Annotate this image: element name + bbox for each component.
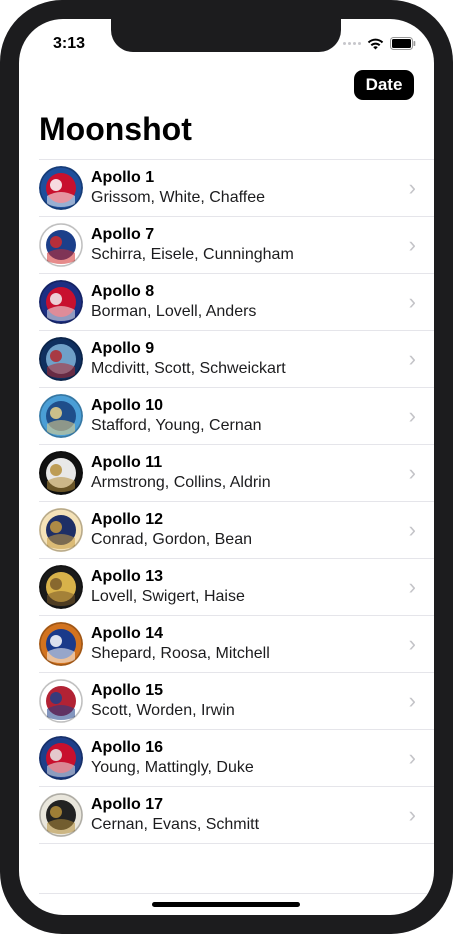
mission-title: Apollo 11 [91,454,163,471]
mission-title: Apollo 9 [91,340,155,357]
mission-row[interactable]: Apollo 15 Scott, Worden, Irwin › [39,673,434,730]
mission-title: Apollo 7 [91,226,155,243]
mission-text: Apollo 10 Stafford, Young, Cernan [91,396,262,436]
mission-badge-image [39,394,83,438]
chevron-right-icon: › [408,802,416,827]
chevron-right-icon: › [408,175,416,200]
mission-crew: Cernan, Evans, Schmitt [91,816,260,833]
mission-text: Apollo 9 Mcdivitt, Scott, Schweickart [91,339,286,379]
mission-text: Apollo 13 Lovell, Swigert, Haise [91,567,245,607]
mission-crew: Shepard, Roosa, Mitchell [91,645,270,662]
mission-badge-image [39,508,83,552]
mission-title: Apollo 14 [91,625,164,642]
mission-text: Apollo 17 Cernan, Evans, Schmitt [91,795,259,835]
mission-badge-image [39,622,83,666]
mission-crew: Borman, Lovell, Anders [91,303,257,320]
mission-crew: Stafford, Young, Cernan [91,417,262,434]
mission-list: Apollo 1 Grissom, White, Chaffee › Apoll… [39,159,434,844]
mission-text: Apollo 16 Young, Mattingly, Duke [91,738,254,778]
mission-row[interactable]: Apollo 12 Conrad, Gordon, Bean › [39,502,434,559]
mission-badge-image [39,793,83,837]
mission-title: Apollo 15 [91,682,164,699]
mission-crew: Armstrong, Collins, Aldrin [91,474,271,491]
chevron-right-icon: › [408,403,416,428]
mission-row[interactable]: Apollo 11 Armstrong, Collins, Aldrin › [39,445,434,502]
chevron-right-icon: › [408,517,416,542]
mission-text: Apollo 1 Grissom, White, Chaffee [91,168,265,208]
mission-row[interactable]: Apollo 7 Schirra, Eisele, Cunningham › [39,217,434,274]
mission-text: Apollo 7 Schirra, Eisele, Cunningham [91,225,294,265]
home-indicator[interactable] [152,902,300,907]
cellular-signal-icon [343,42,361,45]
mission-row[interactable]: Apollo 1 Grissom, White, Chaffee › [39,160,434,217]
chevron-right-icon: › [408,688,416,713]
mission-badge-image [39,337,83,381]
mission-crew: Young, Mattingly, Duke [91,759,254,776]
mission-row[interactable]: Apollo 14 Shepard, Roosa, Mitchell › [39,616,434,673]
chevron-right-icon: › [408,346,416,371]
mission-title: Apollo 16 [91,739,164,756]
mission-crew: Grissom, White, Chaffee [91,189,265,206]
page-title: Moonshot [39,111,192,147]
mission-badge-image [39,679,83,723]
mission-row[interactable]: Apollo 17 Cernan, Evans, Schmitt › [39,787,434,844]
mission-badge-image [39,736,83,780]
mission-crew: Schirra, Eisele, Cunningham [91,246,294,263]
mission-title: Apollo 13 [91,568,164,585]
mission-crew: Conrad, Gordon, Bean [91,531,252,548]
mission-badge-image [39,223,83,267]
chevron-right-icon: › [408,745,416,770]
mission-crew: Mcdivitt, Scott, Schweickart [91,360,286,377]
list-bottom-divider [39,893,434,894]
wifi-icon [367,38,384,50]
device-frame: 3:13 Date Moonshot Apollo 1 Grissom, Whi… [0,0,453,934]
mission-title: Apollo 12 [91,511,164,528]
mission-badge-image [39,280,83,324]
mission-crew: Scott, Worden, Irwin [91,702,235,719]
mission-text: Apollo 12 Conrad, Gordon, Bean [91,510,252,550]
mission-badge-image [39,166,83,210]
status-time: 3:13 [53,35,86,52]
mission-text: Apollo 15 Scott, Worden, Irwin [91,681,235,721]
mission-title: Apollo 1 [91,169,155,186]
sort-date-button[interactable]: Date [354,70,414,100]
mission-row[interactable]: Apollo 10 Stafford, Young, Cernan › [39,388,434,445]
mission-crew: Lovell, Swigert, Haise [91,588,245,605]
mission-text: Apollo 11 Armstrong, Collins, Aldrin [91,453,271,493]
mission-badge-image [39,451,83,495]
mission-badge-image [39,565,83,609]
mission-row[interactable]: Apollo 13 Lovell, Swigert, Haise › [39,559,434,616]
mission-row[interactable]: Apollo 9 Mcdivitt, Scott, Schweickart › [39,331,434,388]
mission-title: Apollo 17 [91,796,164,813]
status-indicators [343,37,416,50]
battery-icon [390,37,416,50]
chevron-right-icon: › [408,289,416,314]
chevron-right-icon: › [408,460,416,485]
mission-row[interactable]: Apollo 8 Borman, Lovell, Anders › [39,274,434,331]
chevron-right-icon: › [408,631,416,656]
mission-text: Apollo 14 Shepard, Roosa, Mitchell [91,624,270,664]
mission-row[interactable]: Apollo 16 Young, Mattingly, Duke › [39,730,434,787]
mission-text: Apollo 8 Borman, Lovell, Anders [91,282,256,322]
mission-title: Apollo 10 [91,397,164,414]
chevron-right-icon: › [408,574,416,599]
app-screen: 3:13 Date Moonshot Apollo 1 Grissom, Whi… [19,19,434,915]
mission-title: Apollo 8 [91,283,155,300]
chevron-right-icon: › [408,232,416,257]
device-notch [111,19,341,52]
